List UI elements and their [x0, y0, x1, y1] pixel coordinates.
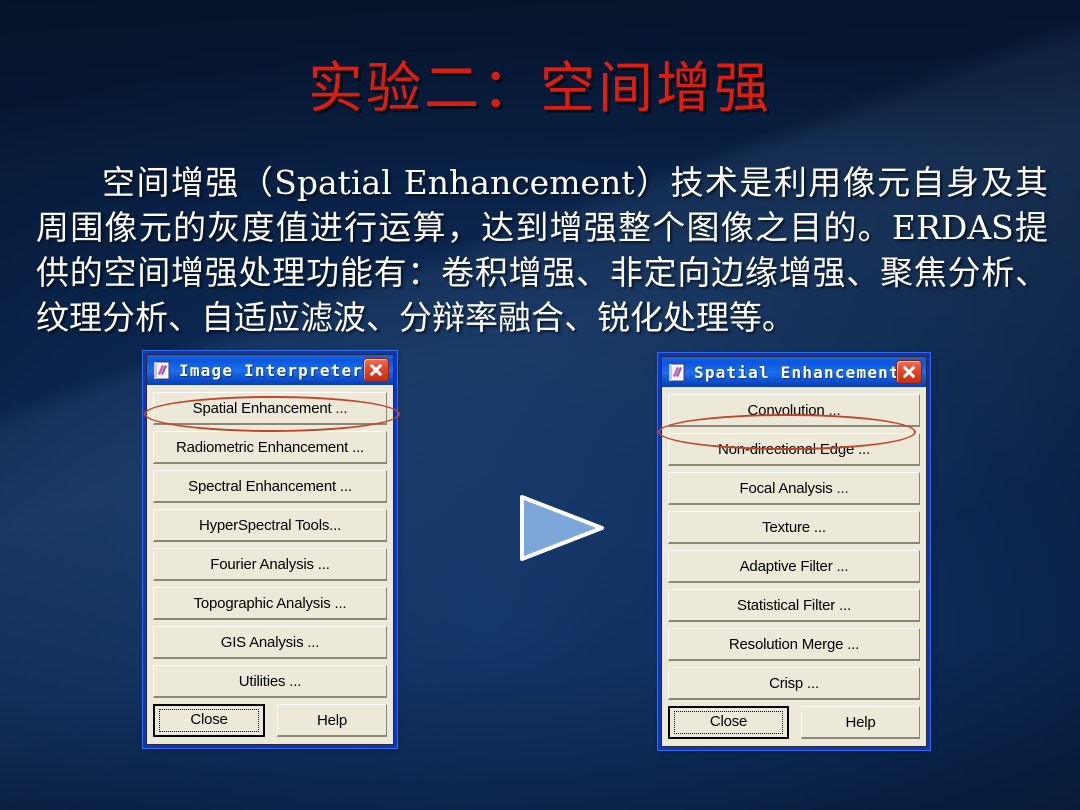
button-fourier-analysis[interactable]: Fourier Analysis ...: [153, 548, 387, 581]
titlebar-image-interpreter[interactable]: Image Interpreter: [147, 355, 393, 385]
button-topographic-analysis[interactable]: Topographic Analysis ...: [153, 587, 387, 620]
button-spatial-enhancement[interactable]: Spatial Enhancement ...: [153, 392, 387, 425]
body-paragraph: 空间增强（Spatial Enhancement）技术是利用像元自身及其周围像元…: [36, 163, 1048, 337]
help-button-left[interactable]: Help: [277, 704, 387, 737]
button-spectral-enhancement[interactable]: Spectral Enhancement ...: [153, 470, 387, 503]
button-resolution-merge[interactable]: Resolution Merge ...: [668, 628, 920, 661]
button-focal-analysis[interactable]: Focal Analysis ...: [668, 472, 920, 505]
dialog-title-right: Spatial Enhancement: [694, 362, 896, 382]
triangle-right-icon: [520, 495, 604, 561]
slide-canvas: 实验二：空间增强 空间增强（Spatial Enhancement）技术是利用像…: [0, 0, 1080, 810]
dialog-left-footer: Close Help: [153, 704, 387, 737]
dialog-title-left: Image Interpreter: [179, 360, 363, 380]
image-interpreter-icon: [153, 361, 172, 380]
dialog-left-body: Spatial Enhancement ... Radiometric Enha…: [147, 385, 393, 744]
close-button-left-label: Close: [190, 711, 228, 728]
close-x-icon[interactable]: [363, 358, 389, 382]
button-radiometric-enhancement[interactable]: Radiometric Enhancement ...: [153, 431, 387, 464]
dialog-image-interpreter[interactable]: Image Interpreter Spatial Enhancement ..…: [146, 354, 394, 745]
close-button-right-label: Close: [709, 713, 748, 730]
dialog-right-body: Convolution ... Non-directional Edge ...…: [662, 387, 926, 746]
page-title: 实验二：空间增强: [307, 56, 772, 120]
button-texture[interactable]: Texture ...: [668, 511, 920, 544]
close-button-right[interactable]: Close: [668, 706, 789, 739]
help-button-right[interactable]: Help: [801, 706, 920, 739]
button-convolution[interactable]: Convolution ...: [668, 394, 920, 427]
button-hyperspectral-tools[interactable]: HyperSpectral Tools...: [153, 509, 387, 542]
button-gis-analysis[interactable]: GIS Analysis ...: [153, 626, 387, 659]
button-crisp[interactable]: Crisp ...: [668, 667, 920, 700]
dialog-spatial-enhancement[interactable]: Spatial Enhancement Convolution ... Non-…: [661, 356, 927, 747]
button-utilities[interactable]: Utilities ...: [153, 665, 387, 698]
titlebar-spatial-enhancement[interactable]: Spatial Enhancement: [662, 357, 926, 387]
button-statistical-filter[interactable]: Statistical Filter ...: [668, 589, 920, 622]
button-non-directional-edge[interactable]: Non-directional Edge ...: [668, 433, 920, 466]
dialog-right-footer: Close Help: [668, 706, 920, 739]
close-button-left[interactable]: Close: [153, 704, 265, 737]
button-adaptive-filter[interactable]: Adaptive Filter ...: [668, 550, 920, 583]
spatial-enhancement-icon: [668, 363, 687, 382]
close-x-icon[interactable]: [896, 360, 922, 384]
